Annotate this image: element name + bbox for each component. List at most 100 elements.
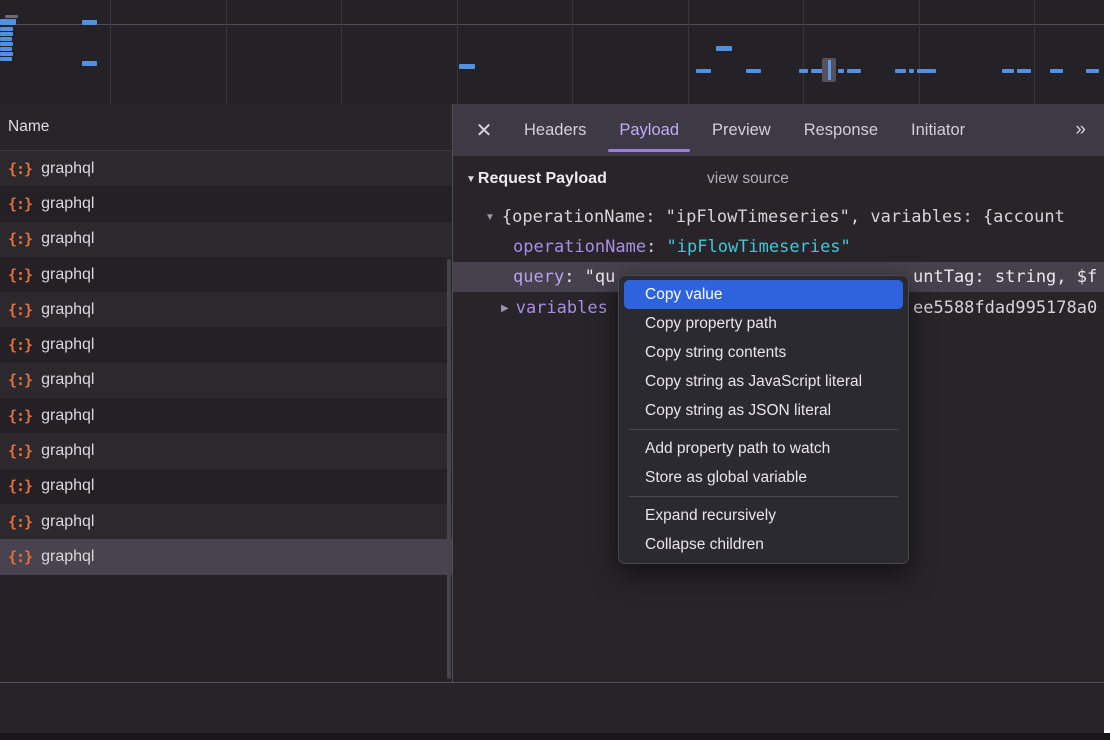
overview-gridline bbox=[688, 0, 689, 104]
json-fetch-icon: {:} bbox=[8, 266, 32, 284]
waterfall-bar bbox=[82, 20, 97, 25]
property-value-fragment: ee5588fdad995178a0 bbox=[913, 298, 1097, 318]
variables-row-clipped-text: ee5588fdad995178a0 bbox=[913, 293, 1097, 323]
devtools-window: Name {:} graphql {:} graphql {:} graphql {:} gr… bbox=[0, 0, 1110, 740]
tab-preview[interactable]: Preview bbox=[697, 104, 786, 156]
request-row[interactable]: {:}graphql bbox=[0, 469, 452, 504]
request-name-label: graphql bbox=[41, 513, 94, 531]
waterfall-bar bbox=[746, 69, 761, 73]
request-row[interactable]: {:} graphql bbox=[0, 504, 452, 539]
waterfall-bar bbox=[847, 69, 861, 73]
query-row-clipped-text: untTag: string, $f bbox=[913, 262, 1097, 292]
property-value: "ipFlowTimeseries" bbox=[667, 237, 851, 257]
query-row[interactable]: query: "qu bbox=[513, 262, 615, 292]
more-tabs-icon[interactable]: » bbox=[1075, 119, 1084, 141]
collapse-triangle-icon[interactable]: ▼ bbox=[466, 174, 476, 185]
request-row[interactable]: {:}graphql bbox=[0, 539, 452, 574]
waterfall-bar bbox=[0, 42, 13, 46]
waterfall-bar bbox=[0, 27, 13, 31]
json-fetch-icon: {:} bbox=[8, 160, 32, 178]
expand-triangle-icon[interactable]: ▼ bbox=[485, 212, 495, 223]
waterfall-bar bbox=[895, 69, 906, 73]
request-row[interactable]: {:} graphql bbox=[0, 433, 452, 468]
waterfall-bar bbox=[716, 46, 732, 51]
overview-gridline bbox=[803, 0, 804, 104]
waterfall-bar bbox=[696, 69, 711, 73]
network-overview-timeline[interactable] bbox=[0, 0, 1104, 104]
overview-gridline bbox=[226, 0, 227, 104]
property-value-fragment: "qu bbox=[585, 267, 616, 287]
request-row[interactable]: {:} graphql bbox=[0, 186, 452, 221]
waterfall-bar bbox=[799, 69, 808, 73]
request-row[interactable]: {:}graphql bbox=[0, 222, 452, 257]
property-value-fragment: untTag: string, $f bbox=[913, 267, 1097, 287]
request-name-label: graphql bbox=[41, 195, 94, 213]
property-key: operationName bbox=[513, 237, 646, 257]
property-key: variables bbox=[516, 298, 608, 318]
waterfall-bar bbox=[1017, 69, 1031, 73]
json-fetch-icon: {:} bbox=[8, 336, 32, 354]
request-name-label: graphql bbox=[41, 407, 94, 425]
menu-item-add-property-path-to-watch[interactable]: Add property path to watch bbox=[624, 434, 903, 463]
overview-gridline bbox=[457, 0, 458, 104]
request-row[interactable]: {:} graphql bbox=[0, 398, 452, 433]
json-fetch-icon: {:} bbox=[8, 513, 32, 531]
menu-item-expand-recursively[interactable]: Expand recursively bbox=[624, 501, 903, 530]
request-name-label: graphql bbox=[41, 371, 94, 389]
request-row[interactable]: {:} graphql bbox=[0, 257, 452, 292]
json-fetch-icon: {:} bbox=[8, 301, 32, 319]
list-scrollbar-thumb[interactable] bbox=[447, 259, 451, 679]
context-menu: Copy valueCopy property pathCopy string … bbox=[618, 275, 909, 564]
request-row[interactable]: {:} graphql bbox=[0, 363, 452, 398]
overview-hover-marker-line bbox=[828, 60, 831, 80]
json-fetch-icon: {:} bbox=[8, 442, 32, 460]
waterfall-bar bbox=[1086, 69, 1099, 73]
status-footer bbox=[0, 683, 1104, 733]
menu-item-copy-string-as-javascript-literal[interactable]: Copy string as JavaScript literal bbox=[624, 367, 903, 396]
menu-item-copy-string-contents[interactable]: Copy string contents bbox=[624, 338, 903, 367]
colon: : bbox=[564, 267, 584, 287]
tab-headers[interactable]: Headers bbox=[509, 104, 601, 156]
menu-item-copy-value[interactable]: Copy value bbox=[624, 280, 903, 309]
request-name-label: graphql bbox=[41, 336, 94, 354]
request-payload-section-header[interactable]: ▼ Request Payload bbox=[466, 165, 607, 193]
menu-item-collapse-children[interactable]: Collapse children bbox=[624, 530, 903, 559]
payload-root-row[interactable]: ▼ {operationName: "ipFlowTimeseries", va… bbox=[485, 202, 1065, 232]
tab-response[interactable]: Response bbox=[789, 104, 893, 156]
waterfall-bar bbox=[459, 64, 475, 69]
json-fetch-icon: {:} bbox=[8, 371, 32, 389]
request-list-panel: Name {:} graphql {:} graphql {:} graphql {:} gr… bbox=[0, 104, 452, 682]
overview-gridline bbox=[572, 0, 573, 104]
json-fetch-icon: {:} bbox=[8, 407, 32, 425]
name-column-header[interactable]: Name bbox=[0, 104, 452, 151]
json-fetch-icon: {:} bbox=[8, 195, 32, 213]
menu-item-store-as-global-variable[interactable]: Store as global variable bbox=[624, 463, 903, 492]
variables-row[interactable]: ▶ variables bbox=[501, 293, 608, 323]
colon: : bbox=[646, 237, 666, 257]
view-source-link[interactable]: view source bbox=[707, 165, 789, 193]
expand-triangle-icon[interactable]: ▶ bbox=[501, 303, 509, 314]
waterfall-bar bbox=[82, 61, 97, 66]
menu-item-copy-string-as-json-literal[interactable]: Copy string as JSON literal bbox=[624, 396, 903, 425]
request-name-label: graphql bbox=[41, 442, 94, 460]
operation-name-row[interactable]: operationName: "ipFlowTimeseries" bbox=[513, 232, 851, 262]
property-key: query bbox=[513, 267, 564, 287]
tab-payload[interactable]: Payload bbox=[604, 104, 694, 156]
tab-initiator[interactable]: Initiator bbox=[896, 104, 980, 156]
waterfall-bar bbox=[0, 19, 16, 25]
waterfall-bar bbox=[0, 57, 12, 61]
waterfall-bar bbox=[1002, 69, 1014, 73]
request-name-label: graphql bbox=[41, 266, 94, 284]
request-row[interactable]: {:}graphql bbox=[0, 292, 452, 327]
page-background-edge bbox=[1104, 0, 1110, 733]
section-title: Request Payload bbox=[478, 170, 607, 188]
waterfall-bar bbox=[1050, 69, 1063, 73]
waterfall-bar bbox=[0, 37, 12, 41]
menu-item-copy-property-path[interactable]: Copy property path bbox=[624, 309, 903, 338]
request-row[interactable]: {:}graphql bbox=[0, 151, 452, 186]
json-fetch-icon: {:} bbox=[8, 477, 32, 495]
request-name-label: graphql bbox=[41, 548, 94, 566]
close-icon[interactable]: ✕ bbox=[469, 118, 499, 143]
request-row[interactable]: {:} graphql bbox=[0, 327, 452, 362]
waterfall-bar bbox=[5, 15, 18, 18]
